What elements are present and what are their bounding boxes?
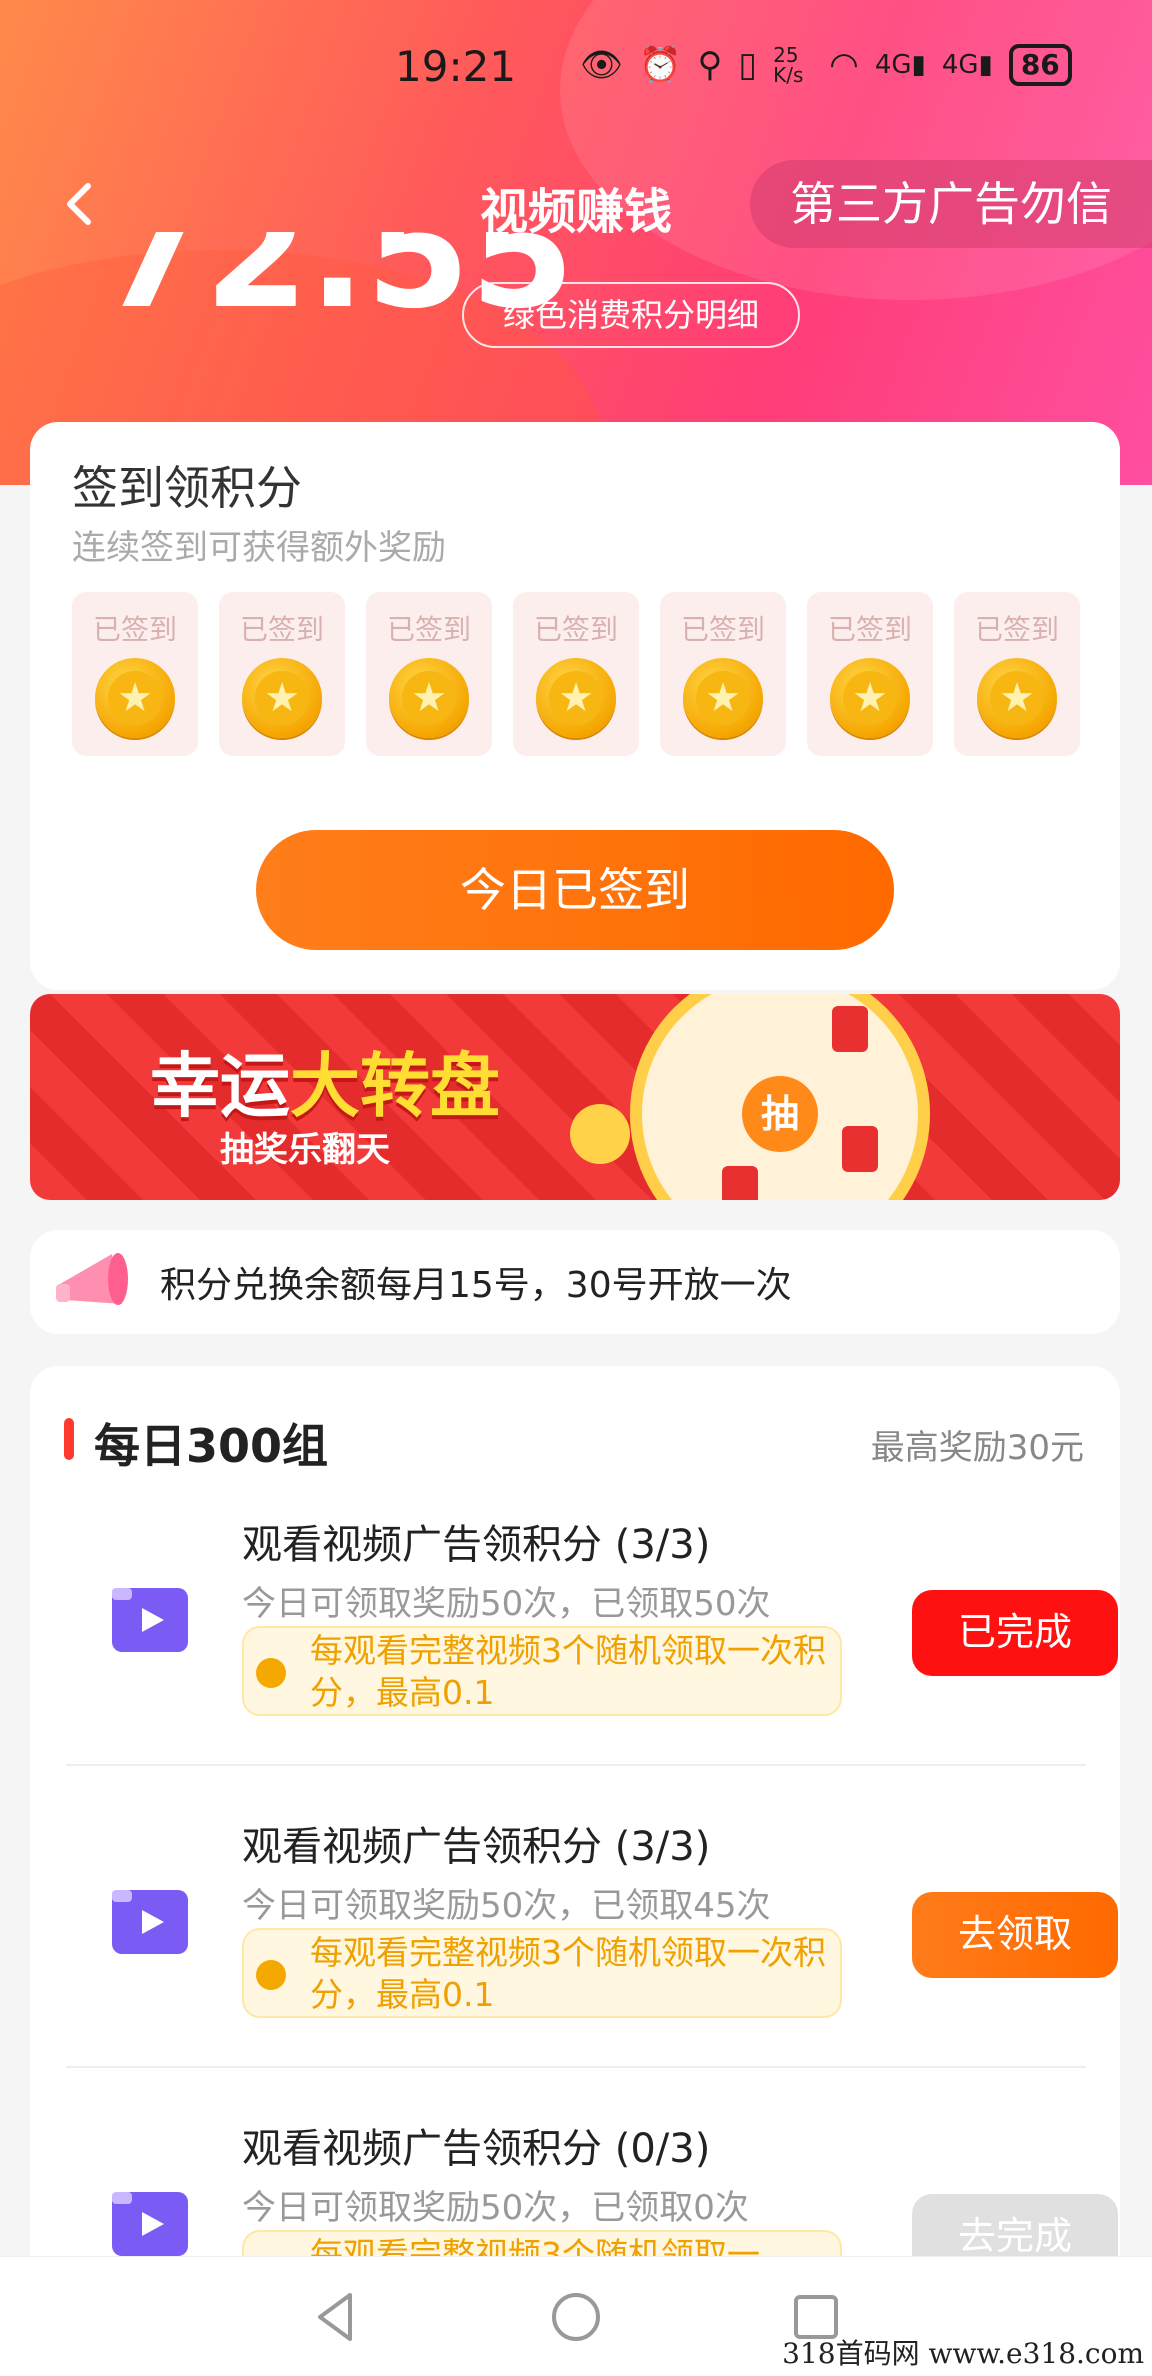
signal-icon: 4G▮: [874, 50, 926, 80]
task-tip-text: 每观看完整视频3个随机领取一次积分，最高0.1: [310, 1933, 826, 2014]
task-tip: 每观看完整视频3个随机领取一次积分，最高0.1: [242, 1928, 842, 2018]
day-label: 已签到: [974, 613, 1059, 646]
coin-icon: ★: [830, 658, 910, 738]
task-tip-text: 每观看完整视频3个随机领取一次积分，最高0.1: [310, 1631, 826, 1712]
section-marker: [64, 1418, 74, 1460]
signin-day: 已签到 ★: [954, 592, 1080, 756]
task-item: 观看视频广告领积分 (3/3) 今日可领取奖励50次，已领取45次 每观看完整视…: [64, 1814, 1118, 2114]
day-label: 已签到: [92, 613, 177, 646]
coin-icon: ★: [977, 658, 1057, 738]
banner-title-a: 幸运: [150, 1045, 290, 1127]
vibrate-icon: ▯: [738, 45, 758, 85]
eye-icon: 👁: [580, 45, 624, 85]
coin-icon: ★: [683, 658, 763, 738]
banner-title-b: 大转盘: [290, 1045, 500, 1127]
home-circle-icon[interactable]: [546, 2287, 606, 2347]
coin-icon: ★: [389, 658, 469, 738]
video-play-icon: [112, 1588, 188, 1652]
bean-icon: [256, 1658, 286, 1688]
points-detail-button[interactable]: 绿色消费积分明细: [462, 282, 800, 348]
signin-day: 已签到 ★: [219, 592, 345, 756]
divider: [66, 2066, 1086, 2068]
tasks-title: 每日300组: [94, 1419, 329, 1473]
red-envelope-icon: [832, 1006, 868, 1052]
status-icons: 👁 ⏰ ⚲ ▯ 25 K/s ◠ 4G▮ 4G▮ 86: [580, 44, 1072, 86]
signin-button[interactable]: 今日已签到: [256, 830, 894, 950]
red-envelope-icon: [722, 1166, 758, 1200]
task-claim-button[interactable]: 去领取: [912, 1892, 1118, 1978]
task-progress: 今日可领取奖励50次，已领取0次: [242, 2188, 749, 2228]
bean-icon: [256, 1960, 286, 1990]
coin-icon: ★: [95, 658, 175, 738]
signin-day: 已签到 ★: [513, 592, 639, 756]
tasks-max-reward: 最高奖励30元: [870, 1428, 1084, 1468]
battery-icon: 86: [1008, 44, 1072, 86]
signin-card: 签到领积分 连续签到可获得额外奖励 已签到 ★ 已签到 ★ 已签到 ★ 已签到 ★ 已签…: [30, 422, 1120, 990]
signin-day: 已签到 ★: [366, 592, 492, 756]
daily-tasks-card: 每日300组 最高奖励30元 观看视频广告领积分 (3/3) 今日可领取奖励50…: [30, 1366, 1120, 2376]
day-label: 已签到: [827, 613, 912, 646]
divider: [66, 1764, 1086, 1766]
coin-icon: ★: [536, 658, 616, 738]
video-play-icon: [112, 2192, 188, 2256]
task-item: 观看视频广告领积分 (3/3) 今日可领取奖励50次，已领取50次 每观看完整视…: [64, 1512, 1118, 1812]
signin-day: 已签到 ★: [660, 592, 786, 756]
signal-icon: 4G▮: [941, 50, 993, 80]
task-done-button[interactable]: 已完成: [912, 1590, 1118, 1676]
video-play-icon: [112, 1890, 188, 1954]
day-label: 已签到: [680, 613, 765, 646]
location-icon: ⚲: [697, 45, 723, 85]
coin-icon: ★: [242, 658, 322, 738]
wheel-spin-button: 抽: [742, 1076, 818, 1152]
megaphone-icon: [570, 1104, 630, 1164]
status-time: 19:21: [395, 42, 517, 91]
banner-title: 幸运大转盘: [150, 1030, 500, 1131]
task-progress: 今日可领取奖励50次，已领取45次: [242, 1886, 771, 1926]
signin-day: 已签到 ★: [72, 592, 198, 756]
red-envelope-icon: [842, 1126, 878, 1172]
signin-day: 已签到 ★: [807, 592, 933, 756]
task-title: 观看视频广告领积分 (3/3): [242, 1522, 711, 1568]
day-label: 已签到: [239, 613, 324, 646]
watermark: 318首码网 www.e318.com: [782, 2337, 1144, 2370]
signin-subtitle: 连续签到可获得额外奖励: [72, 528, 446, 568]
task-title: 观看视频广告领积分 (3/3): [242, 1824, 711, 1870]
network-speed: 25 K/s: [773, 43, 804, 87]
wifi-icon: ◠: [829, 45, 859, 85]
notice-text: 积分兑换余额每月15号，30号开放一次: [160, 1265, 792, 1306]
day-label: 已签到: [533, 613, 618, 646]
status-bar: 19:21 👁 ⏰ ⚲ ▯ 25 K/s ◠ 4G▮ 4G▮ 86: [0, 38, 1152, 94]
megaphone-icon: [56, 1253, 128, 1305]
task-progress: 今日可领取奖励50次，已领取50次: [242, 1584, 771, 1624]
signin-title: 签到领积分: [72, 461, 302, 515]
signin-days: 已签到 ★ 已签到 ★ 已签到 ★ 已签到 ★ 已签到 ★ 已签到 ★ 已签到 ★: [72, 592, 1080, 756]
day-label: 已签到: [386, 613, 471, 646]
third-party-ad-warning: 第三方广告勿信: [750, 160, 1152, 248]
back-triangle-icon[interactable]: [306, 2287, 366, 2347]
banner-subtitle: 抽奖乐翻天: [220, 1130, 390, 1170]
lucky-wheel-banner[interactable]: 幸运大转盘 抽奖乐翻天 抽: [30, 994, 1120, 1200]
notice-bar: 积分兑换余额每月15号，30号开放一次: [30, 1230, 1120, 1334]
alarm-icon: ⏰: [639, 45, 682, 85]
prize-wheel-icon: 抽: [630, 994, 930, 1200]
system-nav-bar: 318首码网 www.e318.com: [0, 2256, 1152, 2376]
task-title: 观看视频广告领积分 (0/3): [242, 2126, 711, 2172]
task-tip: 每观看完整视频3个随机领取一次积分，最高0.1: [242, 1626, 842, 1716]
